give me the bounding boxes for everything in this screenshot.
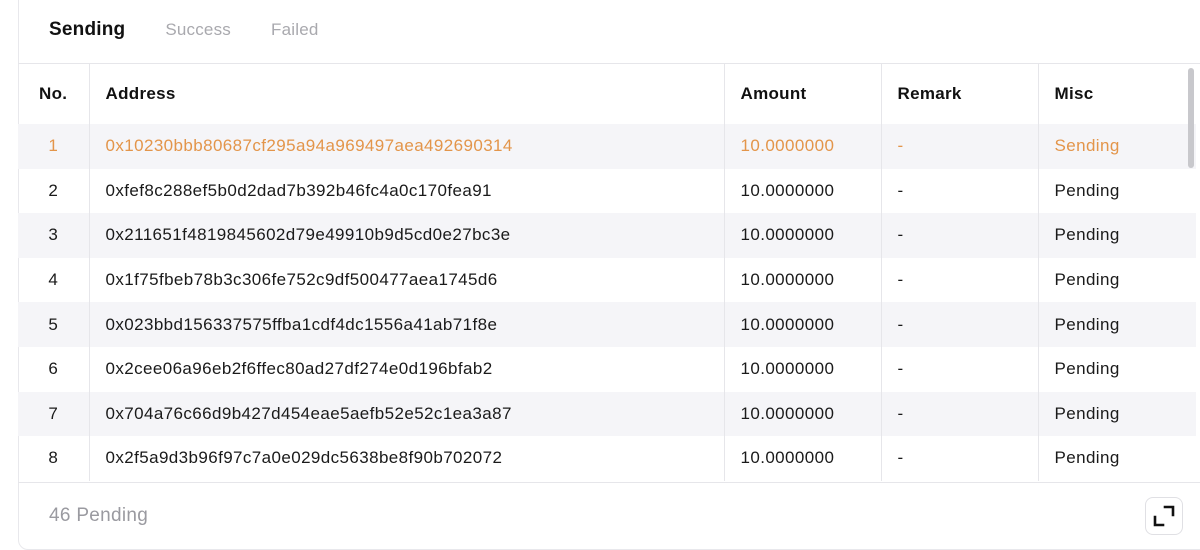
cell-address: 0x211651f4819845602d79e49910b9d5cd0e27bc… <box>89 213 725 258</box>
tab-sending[interactable]: Sending <box>49 19 125 41</box>
scrollbar-thumb[interactable] <box>1188 68 1194 168</box>
cell-misc: Pending <box>1038 436 1196 481</box>
cell-remark: - <box>881 346 1039 392</box>
table-row: 1 0x10230bbb80687cf295a94a969497aea49269… <box>18 124 1196 169</box>
table-row: 3 0x211651f4819845602d79e49910b9d5cd0e27… <box>18 213 1196 258</box>
cell-remark: - <box>881 436 1039 481</box>
cell-amount: 10.0000000 <box>724 302 882 347</box>
cell-amount: 10.0000000 <box>724 436 882 481</box>
cell-amount: 10.0000000 <box>724 168 882 214</box>
cell-no: 8 <box>18 436 90 481</box>
cell-remark: - <box>881 213 1039 258</box>
cell-no: 3 <box>18 213 90 258</box>
expand-icon <box>1153 505 1175 527</box>
cell-amount: 10.0000000 <box>724 257 882 303</box>
table-header: No. Address Amount Remark Misc <box>18 64 1196 124</box>
cell-misc: Pending <box>1038 302 1196 347</box>
cell-address: 0x10230bbb80687cf295a94a969497aea4926903… <box>89 124 725 169</box>
header-remark: Remark <box>881 64 1039 124</box>
tab-success[interactable]: Success <box>165 20 231 40</box>
cell-no: 4 <box>18 257 90 303</box>
cell-amount: 10.0000000 <box>724 346 882 392</box>
cell-amount: 10.0000000 <box>724 124 882 169</box>
status-tabs: Sending Success Failed <box>49 0 319 60</box>
cell-amount: 10.0000000 <box>724 391 882 437</box>
cell-misc: Pending <box>1038 168 1196 214</box>
cell-address: 0x704a76c66d9b427d454eae5aefb52e52c1ea3a… <box>89 391 725 437</box>
table-row: 6 0x2cee06a96eb2f6ffec80ad27df274e0d196b… <box>18 346 1196 392</box>
cell-no: 7 <box>18 391 90 437</box>
cell-misc: Pending <box>1038 391 1196 437</box>
cell-remark: - <box>881 302 1039 347</box>
footer-divider <box>18 482 1200 483</box>
cell-address: 0x2cee06a96eb2f6ffec80ad27df274e0d196bfa… <box>89 346 725 392</box>
cell-address: 0x023bbd156337575ffba1cdf4dc1556a41ab71f… <box>89 302 725 347</box>
pending-count: 46 Pending <box>49 505 149 526</box>
cell-no: 2 <box>18 168 90 214</box>
table-body: 1 0x10230bbb80687cf295a94a969497aea49269… <box>18 124 1196 481</box>
header-no: No. <box>18 64 90 124</box>
cell-remark: - <box>881 257 1039 303</box>
header-amount: Amount <box>724 64 882 124</box>
tab-failed[interactable]: Failed <box>271 20 319 40</box>
cell-no: 5 <box>18 302 90 347</box>
cell-address: 0xfef8c288ef5b0d2dad7b392b46fc4a0c170fea… <box>89 168 725 214</box>
table-row: 5 0x023bbd156337575ffba1cdf4dc1556a41ab7… <box>18 302 1196 347</box>
table-row: 7 0x704a76c66d9b427d454eae5aefb52e52c1ea… <box>18 391 1196 437</box>
cell-remark: - <box>881 124 1039 169</box>
table-row: 2 0xfef8c288ef5b0d2dad7b392b46fc4a0c170f… <box>18 168 1196 214</box>
transactions-table: No. Address Amount Remark Misc 1 0x10230… <box>18 64 1196 481</box>
table-row: 8 0x2f5a9d3b96f97c7a0e029dc5638be8f90b70… <box>18 436 1196 481</box>
table-row: 4 0x1f75fbeb78b3c306fe752c9df500477aea17… <box>18 257 1196 303</box>
cell-remark: - <box>881 391 1039 437</box>
header-misc: Misc <box>1038 64 1196 124</box>
cell-no: 1 <box>18 124 90 169</box>
cell-amount: 10.0000000 <box>724 213 882 258</box>
cell-misc: Pending <box>1038 346 1196 392</box>
cell-misc: Pending <box>1038 213 1196 258</box>
cell-address: 0x2f5a9d3b96f97c7a0e029dc5638be8f90b7020… <box>89 436 725 481</box>
table-scrollbar[interactable] <box>1186 64 1196 174</box>
header-address: Address <box>89 64 725 124</box>
cell-misc: Sending <box>1038 124 1196 169</box>
cell-remark: - <box>881 168 1039 214</box>
cell-address: 0x1f75fbeb78b3c306fe752c9df500477aea1745… <box>89 257 725 303</box>
cell-misc: Pending <box>1038 257 1196 303</box>
expand-button[interactable] <box>1145 497 1183 535</box>
transactions-table-container[interactable]: No. Address Amount Remark Misc 1 0x10230… <box>18 64 1196 482</box>
cell-no: 6 <box>18 346 90 392</box>
